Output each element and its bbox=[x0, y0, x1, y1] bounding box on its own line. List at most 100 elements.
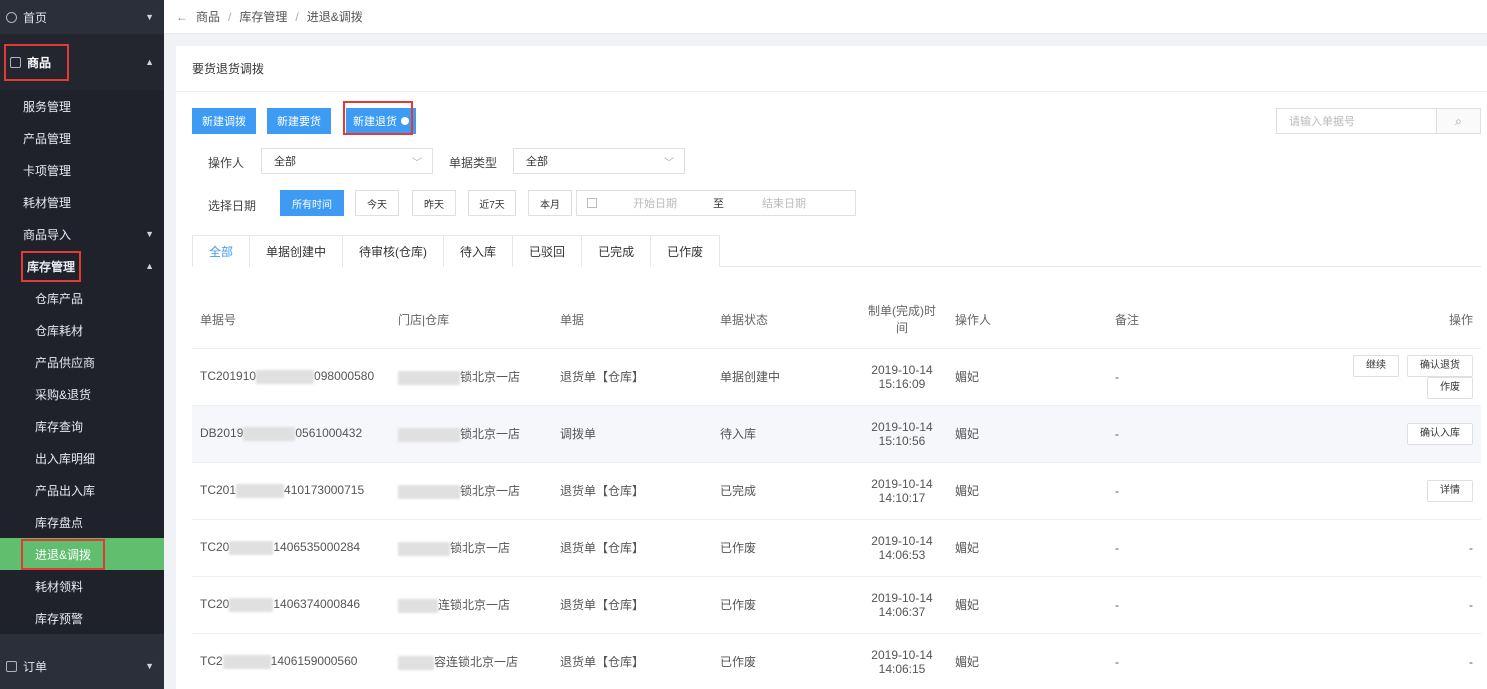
tab-creating[interactable]: 单据创建中 bbox=[249, 235, 343, 267]
order-number-prefix: TC2 bbox=[200, 654, 223, 669]
sidebar-item-transfer[interactable]: 进退&调拨 bbox=[0, 538, 164, 570]
new-transfer-button[interactable]: 新建调拨 bbox=[192, 108, 256, 134]
date-7days-button[interactable]: 近7天 bbox=[468, 190, 516, 216]
date-all-button[interactable]: 所有时间 bbox=[280, 190, 344, 216]
status-tabs: 全部 单据创建中 待审核(仓库) 待入库 已驳回 已完成 已作废 bbox=[192, 235, 1481, 267]
date-text: 2019-10-14 bbox=[871, 362, 933, 377]
time-cell: 2019-10-14 15:10:56 bbox=[857, 405, 947, 463]
order-number: TC2 1406159000560 bbox=[192, 633, 390, 689]
start-date-input[interactable]: 开始日期 bbox=[633, 195, 677, 211]
tab-completed[interactable]: 已完成 bbox=[581, 235, 651, 267]
redaction bbox=[398, 598, 438, 613]
operator-select[interactable]: 全部 ﹀ bbox=[261, 148, 433, 174]
sidebar-item-label: 库存管理 bbox=[20, 250, 82, 282]
chevron-down-icon: ﹀ bbox=[664, 157, 674, 169]
tab-rejected[interactable]: 已驳回 bbox=[512, 235, 582, 267]
sidebar-item-warehouse-consumable[interactable]: 仓库耗材 bbox=[0, 314, 164, 346]
sidebar-item-service[interactable]: 服务管理 bbox=[0, 90, 164, 122]
actions-cell: - bbox=[1287, 576, 1481, 634]
back-arrow-icon[interactable]: ← bbox=[176, 10, 188, 24]
sidebar-item-import[interactable]: 商品导入 ▼ bbox=[0, 218, 164, 250]
search-input[interactable]: 请输入单据号 bbox=[1277, 109, 1436, 133]
date-yesterday-button[interactable]: 昨天 bbox=[412, 190, 456, 216]
date-range-picker[interactable]: 开始日期 至 结束日期 bbox=[576, 190, 856, 216]
date-month-button[interactable]: 本月 bbox=[528, 190, 572, 216]
doc-type: 退货单【仓库】 bbox=[552, 519, 712, 577]
redaction bbox=[398, 370, 460, 385]
operator: 媚妃 bbox=[947, 405, 1107, 463]
sidebar-item-purchase[interactable]: 采购&退货 bbox=[0, 378, 164, 410]
tab-voided[interactable]: 已作废 bbox=[650, 235, 721, 267]
caret-up-icon: ▲ bbox=[145, 261, 154, 271]
doctype-select[interactable]: 全部 ﹀ bbox=[513, 148, 685, 174]
order-icon bbox=[6, 660, 17, 672]
doc-type: 退货单【仓库】 bbox=[552, 348, 712, 406]
sidebar-item-stock[interactable]: 库存管理 ▲ bbox=[0, 250, 164, 282]
new-request-button[interactable]: 新建要货 bbox=[267, 108, 331, 134]
highlight-box bbox=[343, 101, 413, 135]
confirm-stock-in-button[interactable]: 确认入库 bbox=[1407, 422, 1473, 445]
breadcrumb: ← 商品 / 库存管理 / 进退&调拨 bbox=[164, 0, 1487, 34]
chevron-down-icon: ﹀ bbox=[412, 157, 422, 169]
note: - bbox=[1107, 405, 1287, 463]
col-header: 单据状态 bbox=[712, 291, 857, 349]
date-today-button[interactable]: 今天 bbox=[355, 190, 399, 216]
nav-home[interactable]: 首页 ▼ bbox=[0, 0, 164, 34]
caret-down-icon: ▼ bbox=[145, 661, 154, 671]
col-header: 单据号 bbox=[192, 291, 390, 349]
note: - bbox=[1107, 519, 1287, 577]
search-icon[interactable]: ⌕ bbox=[1436, 109, 1480, 133]
order-number-suffix: 410173000715 bbox=[284, 483, 365, 498]
sidebar-item-supplier[interactable]: 产品供应商 bbox=[0, 346, 164, 378]
sidebar-item-card[interactable]: 卡项管理 bbox=[0, 154, 164, 186]
order-number-suffix: 1406535000284 bbox=[273, 540, 361, 555]
actions-cell: - bbox=[1287, 633, 1481, 689]
sidebar-item-warehouse-product[interactable]: 仓库产品 bbox=[0, 282, 164, 314]
sidebar-item-consumable-use[interactable]: 耗材领料 bbox=[0, 570, 164, 602]
sidebar-item-stock-alert[interactable]: 库存预警 bbox=[0, 602, 164, 634]
continue-button[interactable]: 继续 bbox=[1353, 354, 1399, 377]
doc-type: 退货单【仓库】 bbox=[552, 633, 712, 689]
time-text: 14:06:37 bbox=[878, 604, 926, 619]
redaction bbox=[398, 427, 460, 442]
nav-order[interactable]: 订单 ▼ bbox=[0, 643, 164, 689]
time-text: 15:10:56 bbox=[878, 433, 926, 448]
sidebar-item-inout-detail[interactable]: 出入库明细 bbox=[0, 442, 164, 474]
store-name: 锁北京一店 bbox=[460, 427, 521, 441]
col-header: 门店|仓库 bbox=[390, 291, 552, 349]
time-text: 15:16:09 bbox=[878, 376, 926, 391]
store-cell: 锁北京一店 bbox=[390, 462, 552, 520]
breadcrumb-item[interactable]: 库存管理 bbox=[239, 8, 287, 25]
tab-pending-review[interactable]: 待审核(仓库) bbox=[342, 235, 444, 267]
operator-value: 全部 bbox=[274, 156, 296, 168]
time-cell: 2019-10-14 14:06:37 bbox=[857, 576, 947, 634]
confirm-return-button[interactable]: 确认退货 bbox=[1407, 354, 1473, 377]
end-date-input[interactable]: 结束日期 bbox=[762, 195, 806, 211]
tab-all[interactable]: 全部 bbox=[192, 235, 250, 267]
order-number: DB2019 0561000432 bbox=[192, 405, 390, 463]
order-number-suffix: 1406159000560 bbox=[270, 654, 358, 669]
tab-pending-stock[interactable]: 待入库 bbox=[443, 235, 513, 267]
order-number-prefix: TC20 bbox=[200, 540, 230, 555]
sidebar-item-product-inout[interactable]: 产品出入库 bbox=[0, 474, 164, 506]
sidebar-item-consumable[interactable]: 耗材管理 bbox=[0, 186, 164, 218]
sidebar-item-label: 仓库耗材 bbox=[35, 323, 84, 338]
breadcrumb-item[interactable]: 商品 bbox=[196, 8, 220, 25]
sidebar-item-inventory[interactable]: 库存盘点 bbox=[0, 506, 164, 538]
sidebar-item-label: 商品导入 bbox=[23, 227, 72, 242]
sidebar-item-product[interactable]: 产品管理 bbox=[0, 122, 164, 154]
sidebar-item-stock-query[interactable]: 库存查询 bbox=[0, 410, 164, 442]
redaction bbox=[398, 484, 460, 499]
date-text: 2019-10-14 bbox=[871, 476, 933, 491]
redaction bbox=[398, 655, 434, 670]
void-button[interactable]: 作废 bbox=[1427, 376, 1473, 399]
redaction bbox=[243, 426, 296, 441]
calendar-icon bbox=[587, 198, 597, 208]
order-number-suffix: 098000580 bbox=[314, 369, 375, 384]
sidebar-item-label: 库存查询 bbox=[35, 419, 84, 434]
doctype-label: 单据类型 bbox=[449, 156, 498, 170]
col-header: 操作 bbox=[1287, 291, 1481, 349]
details-button[interactable]: 详情 bbox=[1427, 479, 1473, 502]
redaction bbox=[256, 369, 315, 384]
nav-goods[interactable]: 商品 ▲ bbox=[0, 34, 164, 90]
